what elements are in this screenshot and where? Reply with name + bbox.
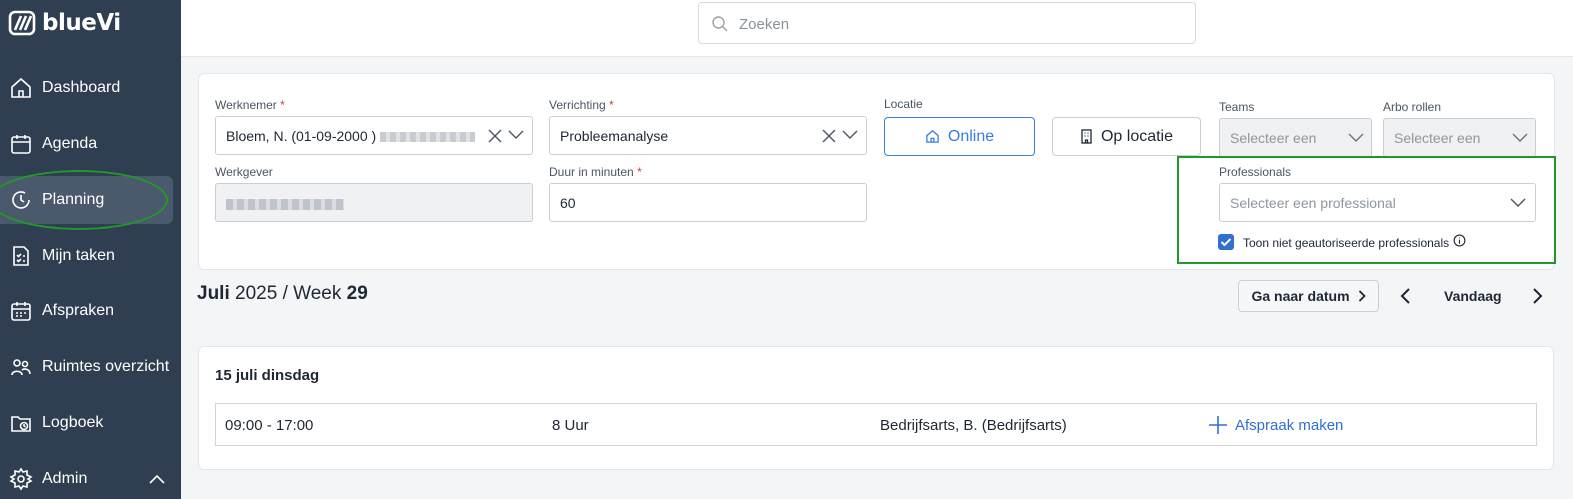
previous-week-button[interactable] [1396,286,1416,306]
locatie-label: Locatie [884,97,923,111]
sidebar-item-label: Admin [42,470,88,487]
home-icon [11,77,31,98]
search-input[interactable]: Zoeken [698,2,1196,44]
table-row: 09:00 - 17:00 8 Uur Bedrijfsarts, B. (Be… [215,403,1537,446]
checklist-icon [13,246,29,266]
professionals-select[interactable]: Selecteer een professional [1219,183,1536,222]
arbo-rollen-select[interactable]: Selecteer een [1383,118,1536,157]
logo[interactable]: blueVi [8,9,121,37]
sidebar-item-logboek[interactable]: Logboek [0,399,181,447]
werknemer-label: Werknemer * [215,98,285,112]
werknemer-value: Bloem, N. (01-09-2000 ) [226,128,377,144]
sidebar-item-label: Dashboard [42,79,121,96]
chevron-down-icon[interactable] [842,130,858,140]
home-icon [926,130,939,143]
duur-input[interactable]: 60 [549,183,867,222]
bluevi-logo-icon [8,10,36,36]
slot-time: 09:00 - 17:00 [225,417,314,434]
calendar-icon [11,135,31,154]
duur-value: 60 [560,195,576,211]
arbo-rollen-label: Arbo rollen [1383,100,1442,114]
verrichting-value: Probleemanalyse [560,128,669,144]
search-icon [712,16,728,32]
chevron-down-icon[interactable] [1512,133,1528,143]
sidebar-item-label: Logboek [42,414,104,431]
vandaag-button[interactable]: Vandaag [1444,288,1502,304]
redacted-text [380,132,476,143]
search-placeholder: Zoeken [739,16,790,33]
op-locatie-button[interactable]: Op locatie [1052,117,1201,156]
werknemer-select[interactable]: Bloem, N. (01-09-2000 ) [215,116,533,155]
info-icon[interactable] [1453,234,1466,247]
werkgever-field [215,183,533,222]
online-button[interactable]: Online [884,117,1035,156]
teams-select[interactable]: Selecteer een [1219,118,1372,157]
check-icon [1220,238,1232,247]
building-icon [1081,129,1092,144]
sidebar-item-mijn-taken[interactable]: Mijn taken [0,232,181,280]
chevron-up-icon[interactable] [148,473,166,485]
slot-hours: 8 Uur [552,417,589,434]
chevron-right-icon [1358,290,1366,302]
chevron-down-icon[interactable] [1510,198,1526,208]
brand-name: blueVi [42,10,121,36]
sidebar-item-agenda[interactable]: Agenda [0,120,181,168]
folder-clock-icon [11,416,31,432]
arbo-rollen-placeholder: Selecteer een [1394,130,1481,146]
next-week-button[interactable] [1527,286,1547,306]
afspraak-maken-button[interactable]: Afspraak maken [1235,417,1343,434]
sidebar: blueVi Dashboard Agenda Planning Mijn ta… [0,0,181,499]
plus-icon [1209,416,1227,434]
gear-icon [9,467,33,491]
professionals-label: Professionals [1219,165,1292,179]
verrichting-select[interactable]: Probleemanalyse [549,116,867,155]
slot-professional: Bedrijfsarts, B. (Bedrijfsarts) [880,417,1067,434]
chevron-down-icon[interactable] [508,130,524,140]
toon-niet-geautoriseerde-label: Toon niet geautoriseerde professionals [1243,236,1450,250]
calendar-grid-icon [11,302,31,321]
ga-naar-datum-label: Ga naar datum [1251,288,1350,304]
professionals-placeholder: Selecteer een professional [1230,195,1396,211]
ga-naar-datum-button[interactable]: Ga naar datum [1238,280,1379,312]
sidebar-item-label: Mijn taken [42,247,115,264]
op-locatie-label: Op locatie [1100,127,1174,145]
chevron-down-icon[interactable] [1348,133,1364,143]
teams-placeholder: Selecteer een [1230,130,1317,146]
clear-icon[interactable] [488,129,502,143]
sidebar-item-label: Afspraken [42,302,115,319]
online-label: Online [947,127,995,145]
duur-label: Duur in minuten * [549,165,642,179]
people-icon [11,359,31,376]
sidebar-item-label: Ruimtes overzicht [42,358,170,375]
sidebar-item-label: Agenda [42,135,98,152]
sidebar-item-ruimtes-overzicht[interactable]: Ruimtes overzicht [0,343,181,391]
redacted-text [226,198,344,210]
clear-icon[interactable] [822,129,836,143]
sidebar-item-dashboard[interactable]: Dashboard [0,64,181,112]
teams-label: Teams [1219,100,1255,114]
day-title: 15 juli dinsdag [215,367,320,384]
toon-niet-geautoriseerde-checkbox[interactable] [1218,234,1234,250]
sidebar-item-afspraken[interactable]: Afspraken [0,287,181,335]
week-title: Juli 2025 / Week 29 [197,283,368,304]
werkgever-label: Werkgever [215,165,273,179]
verrichting-label: Verrichting * [549,98,614,112]
